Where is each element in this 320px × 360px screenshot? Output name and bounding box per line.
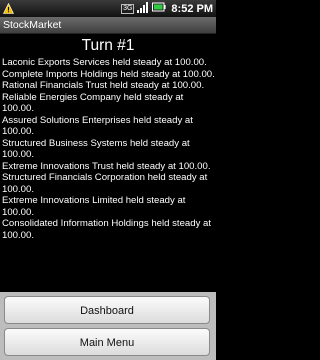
event-item: Extreme Innovations Limited held steady … [2, 195, 186, 218]
status-icons: 3G 8:52 PM [121, 1, 216, 16]
event-item: Structured Business Systems held steady … [2, 137, 190, 161]
dashboard-button[interactable]: Dashboard [4, 296, 210, 324]
battery-icon [152, 2, 167, 15]
signal-icon [137, 1, 149, 16]
event-item: Assured Solutions Enterprises held stead… [2, 114, 193, 138]
event-item: Reliable Energies Company held steady at… [2, 91, 184, 115]
clock: 8:52 PM [171, 2, 213, 15]
event-list: Laconic Exports Services held steady at … [2, 57, 216, 241]
button-panel: Dashboard Main Menu [0, 292, 216, 360]
status-bar: 3G 8:52 PM [0, 0, 216, 17]
event-item: Laconic Exports Services held steady at … [2, 57, 207, 68]
event-item: Complete Imports Holdings held steady at… [2, 68, 215, 80]
app-screen: 3G 8:52 PM StockMarket Turn #1 Laconic E… [0, 0, 216, 360]
app-title-bar: StockMarket [0, 17, 216, 34]
event-item: Consolidated Information Holdings held s… [2, 218, 212, 241]
turn-title: Turn #1 [81, 37, 135, 54]
main-menu-button[interactable]: Main Menu [4, 328, 210, 356]
event-item: Extreme Innovations Trust held steady at… [2, 160, 211, 172]
event-item: Rational Financials Trust held steady at… [2, 80, 205, 91]
warning-icon [3, 3, 14, 14]
3g-icon: 3G [121, 3, 135, 14]
event-item: Structured Financials Corporation held s… [2, 172, 208, 195]
